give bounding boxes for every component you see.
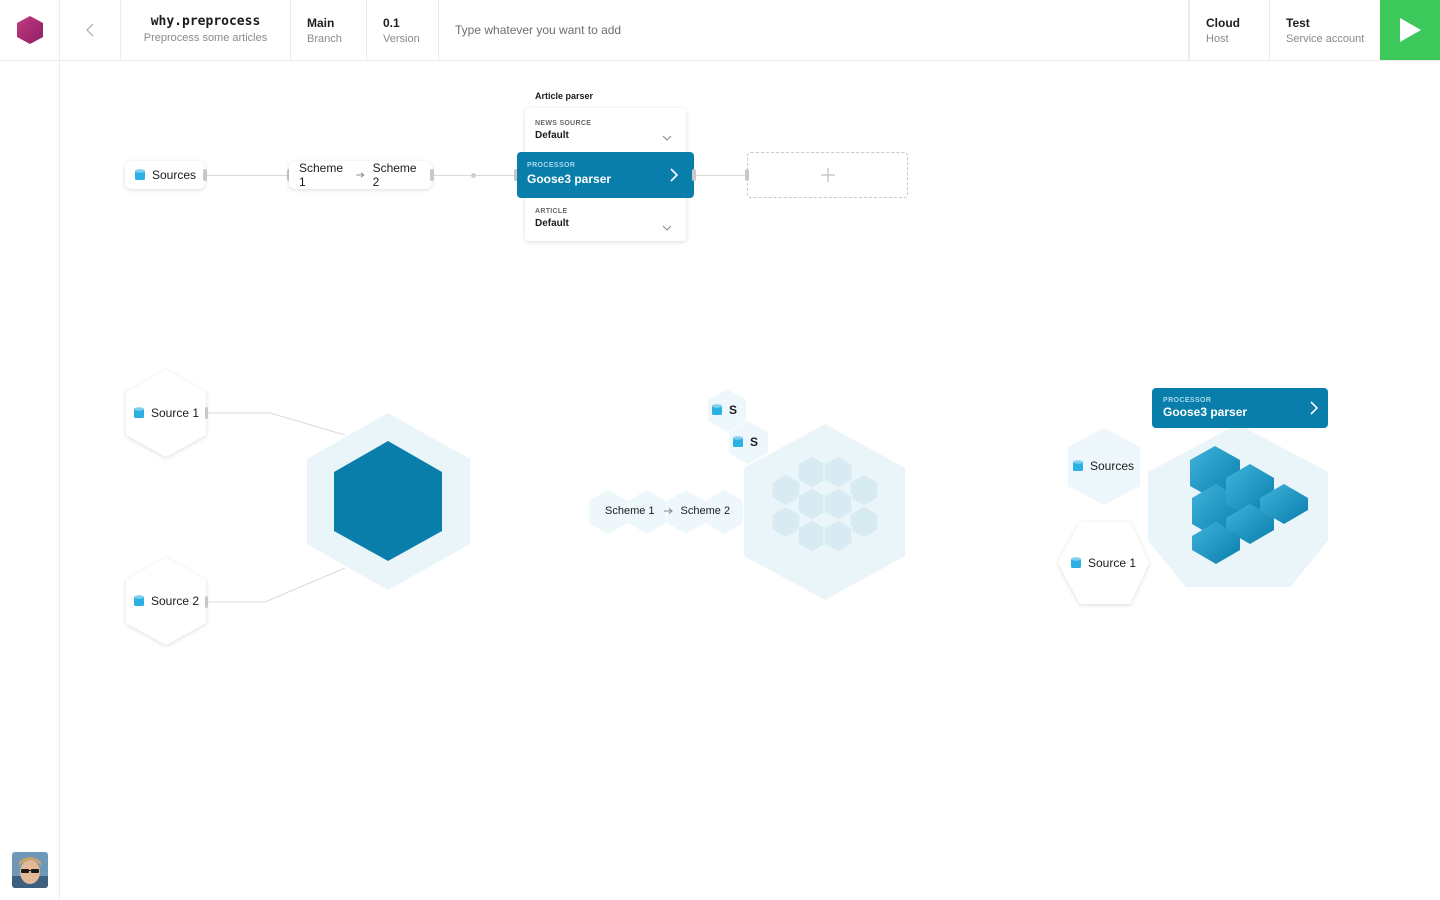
sources-node[interactable]: Sources — [1073, 459, 1134, 473]
processor-value: Goose3 parser — [1163, 405, 1248, 419]
run-button[interactable] — [1380, 0, 1440, 60]
left-rail — [0, 61, 60, 900]
chevron-right-icon — [670, 168, 678, 182]
chevron-down-icon — [662, 135, 672, 141]
connector-line — [208, 412, 346, 436]
port[interactable] — [203, 169, 207, 181]
play-icon — [1400, 18, 1421, 42]
sources-label: Sources — [1090, 459, 1135, 473]
add-node-placeholder[interactable] — [747, 152, 908, 198]
port[interactable] — [692, 169, 696, 181]
user-avatar[interactable] — [12, 852, 48, 888]
processor-node[interactable]: PROCESSOR Goose3 parser — [517, 152, 694, 198]
hex-cluster — [1190, 446, 1308, 564]
connector-line — [208, 567, 346, 603]
host-selector[interactable]: Cloud Host — [1189, 0, 1270, 60]
sources-node[interactable]: Sources — [125, 161, 205, 189]
branch-label: Branch — [307, 33, 342, 45]
database-icon — [733, 436, 743, 448]
port — [205, 596, 208, 608]
news-source-value: Default — [535, 130, 569, 141]
branch-value: Main — [307, 16, 335, 30]
command-input[interactable] — [455, 23, 1188, 37]
database-icon — [1071, 557, 1081, 569]
processor-label: PROCESSOR — [1163, 397, 1212, 404]
article-label: ARTICLE — [535, 208, 568, 215]
hex-view-1-canvas — [126, 370, 1328, 645]
processor-node[interactable]: PROCESSOR Goose3 parser — [1152, 388, 1328, 428]
s-mid-node[interactable]: S — [733, 435, 758, 449]
scheme-to-label: Scheme 2 — [372, 161, 417, 189]
news-source-selector[interactable]: NEWS SOURCE Default — [525, 108, 686, 158]
scheme-from-label: Scheme 1 — [299, 161, 344, 189]
processor-label: PROCESSOR — [527, 162, 576, 169]
big-hex-bg — [1148, 424, 1328, 587]
app-root: why.preprocess Preprocess some articles … — [0, 0, 1440, 900]
top-bar: why.preprocess Preprocess some articles … — [0, 0, 1440, 61]
source-1-label: Source 1 — [151, 406, 200, 420]
port — [205, 407, 208, 419]
hex-cluster — [771, 455, 879, 553]
sources-node-label: Sources — [152, 168, 197, 182]
database-icon — [134, 595, 144, 607]
logo[interactable] — [0, 0, 60, 60]
account-selector[interactable]: Test Service account — [1270, 0, 1380, 60]
news-source-label: NEWS SOURCE — [535, 120, 592, 127]
connector-line — [694, 175, 748, 176]
port[interactable] — [430, 169, 434, 181]
database-icon — [135, 169, 145, 181]
scheme-from-label: Scheme 1 — [605, 505, 655, 517]
project-info[interactable]: why.preprocess Preprocess some articles — [121, 0, 291, 60]
source-2-node[interactable]: Source 2 — [134, 594, 199, 608]
source-1-node[interactable]: Source 1 — [1071, 556, 1136, 570]
connector-dot — [471, 173, 476, 178]
processor-value: Goose3 parser — [527, 172, 612, 186]
version-value: 0.1 — [383, 16, 400, 30]
host-value: Cloud — [1206, 16, 1240, 30]
hexagon-logo-icon — [16, 16, 43, 44]
account-value: Test — [1286, 16, 1310, 30]
chevron-right-icon — [1310, 401, 1318, 415]
source-1-node[interactable]: Source 1 — [134, 406, 199, 420]
scheme-to-label: Scheme 2 — [680, 505, 731, 517]
processor-hex-node[interactable] — [334, 441, 442, 561]
database-icon — [134, 407, 144, 419]
project-description: Preprocess some articles — [143, 32, 268, 44]
article-value: Default — [535, 218, 569, 229]
account-label: Service account — [1286, 33, 1365, 45]
plus-icon — [820, 168, 835, 182]
command-input-cell — [439, 0, 1189, 60]
s-top-node[interactable]: S — [712, 403, 737, 417]
database-icon — [1073, 460, 1083, 472]
s-top-label: S — [729, 403, 738, 417]
chevron-down-icon — [662, 225, 672, 231]
avatar-image — [12, 852, 48, 888]
big-hex-bg — [744, 424, 905, 600]
s-mid-label: S — [750, 435, 759, 449]
scheme-node[interactable]: Scheme 1 Scheme 2 — [289, 161, 432, 189]
project-name: why.preprocess — [150, 14, 261, 29]
arrow-right-icon — [663, 508, 673, 514]
branch-selector[interactable]: Main Branch — [291, 0, 367, 60]
arrow-right-icon — [356, 172, 365, 178]
version-selector[interactable]: 0.1 Version — [367, 0, 439, 60]
article-selector[interactable]: ARTICLE Default — [525, 192, 686, 241]
version-label: Version — [383, 33, 420, 45]
connector-line — [205, 175, 289, 176]
host-label: Host — [1206, 33, 1229, 45]
chevron-left-icon — [86, 23, 94, 37]
back-button[interactable] — [60, 0, 121, 60]
scheme-chain-node[interactable]: Scheme 1 Scheme 2 — [605, 505, 730, 517]
source-2-label: Source 2 — [151, 594, 200, 608]
database-icon — [712, 404, 722, 416]
group-title: Article parser — [535, 91, 594, 101]
source-1-label: Source 1 — [1088, 556, 1137, 570]
